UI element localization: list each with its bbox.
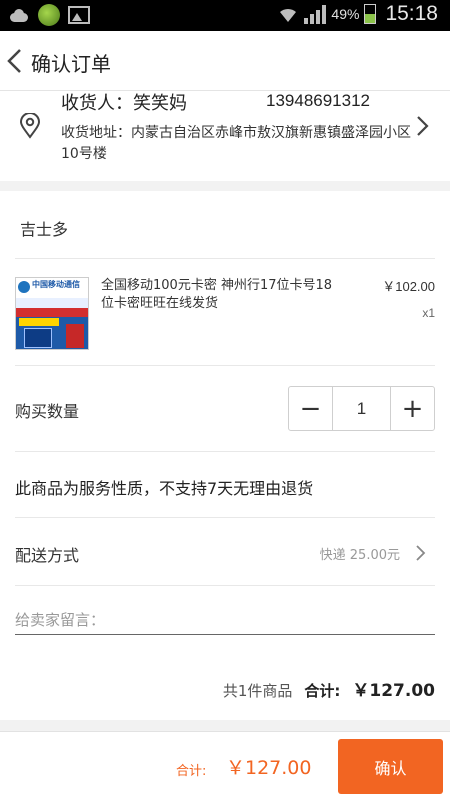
battery-percent: 49% (331, 6, 360, 22)
bottom-total-amount: ￥127.00 (226, 757, 312, 779)
product-price: ￥102.00 (382, 279, 435, 294)
product-quantity: x1 (422, 306, 435, 320)
image-icon (68, 6, 90, 24)
product-image-brand: 中国移动通信 (32, 280, 80, 289)
app-notification-icon (38, 4, 60, 26)
notification-icons (8, 4, 90, 26)
chevron-right-icon[interactable] (415, 544, 427, 566)
divider (15, 365, 435, 366)
divider (15, 517, 435, 518)
battery-icon (364, 4, 377, 24)
wifi-icon (277, 4, 299, 24)
chevron-right-icon[interactable] (415, 115, 429, 141)
china-mobile-logo-icon (18, 281, 30, 293)
location-pin-icon (19, 112, 41, 143)
summary-total-amount: ￥127.00 (352, 681, 435, 701)
section-separator (0, 181, 450, 191)
shipping-label: 配送方式 (15, 546, 80, 565)
product-image: 中国移动通信 (15, 277, 89, 350)
increase-button[interactable]: + (391, 387, 434, 430)
cloud-icon (8, 8, 30, 22)
summary-total-label: 合计: (304, 682, 341, 700)
order-summary: 共1件商品 合计: ￥127.00 (223, 676, 435, 701)
back-icon[interactable] (5, 48, 25, 74)
shop-name: 吉士多 (20, 220, 69, 239)
page-title: 确认订单 (31, 52, 111, 76)
shipping-value[interactable]: 快递 25.00元 (320, 544, 400, 563)
signal-icon (304, 4, 327, 24)
quantity-label: 购买数量 (15, 402, 80, 421)
return-policy-notice: 此商品为服务性质，不支持7天无理由退货 (15, 479, 314, 498)
confirm-button[interactable]: 确认 (338, 739, 443, 794)
divider (15, 451, 435, 452)
status-bar: 49% 15:18 (0, 0, 450, 31)
quantity-value[interactable]: 1 (332, 387, 391, 430)
divider (15, 585, 435, 586)
receiver-phone: 13948691312 (266, 91, 371, 110)
bottom-total-label: 合计: (176, 764, 207, 779)
receiver-name: 收货人：笑笑妈 (61, 93, 187, 114)
quantity-stepper: − 1 + (288, 386, 435, 431)
item-count: 共1件商品 (222, 682, 293, 700)
seller-message-input[interactable] (15, 605, 435, 635)
header: 确认订单 (0, 31, 450, 91)
clock: 15:18 (385, 2, 438, 25)
receiver-address: 收货地址：内蒙古自治区赤峰市敖汉旗新惠镇盛泽园小区10号楼 (61, 125, 411, 162)
system-icons: 49% 15:18 (277, 2, 438, 26)
decrease-button[interactable]: − (289, 387, 332, 430)
product-title: 全国移动100元卡密 神州行17位卡号18位卡密旺旺在线发货 (101, 278, 333, 311)
section-separator (0, 720, 450, 731)
divider (15, 258, 435, 259)
checkout-bar: 合计: ￥127.00 确认 (0, 731, 450, 800)
